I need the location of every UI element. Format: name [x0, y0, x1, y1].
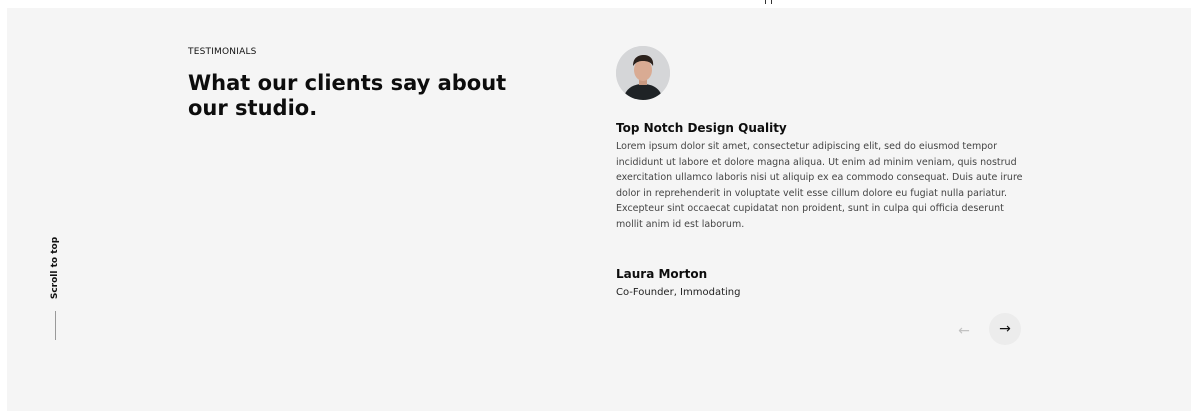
avatar [616, 46, 670, 100]
scroll-to-top-line [55, 311, 56, 340]
previous-button[interactable]: ← [948, 315, 980, 347]
section-eyebrow: TESTIMONIALS [188, 47, 257, 57]
arrow-left-icon: ← [958, 323, 970, 339]
scroll-to-top-link[interactable]: Scroll to top [46, 236, 66, 306]
testimonial-role: Co-Founder, Immodating [616, 287, 741, 298]
person-avatar-icon [616, 46, 670, 100]
top-edge-mark [771, 0, 772, 4]
top-edge-mark [765, 0, 766, 4]
next-button[interactable]: → [989, 313, 1021, 345]
testimonial-body: Lorem ipsum dolor sit amet, consectetur … [616, 141, 1023, 230]
testimonial-author: Laura Morton [616, 267, 708, 281]
testimonial-title: Top Notch Design Quality [616, 121, 787, 135]
arrow-right-icon: → [999, 321, 1011, 337]
section-heading: What our clients say about our studio. [188, 71, 507, 120]
scroll-to-top-label[interactable]: Scroll to top [50, 233, 60, 303]
